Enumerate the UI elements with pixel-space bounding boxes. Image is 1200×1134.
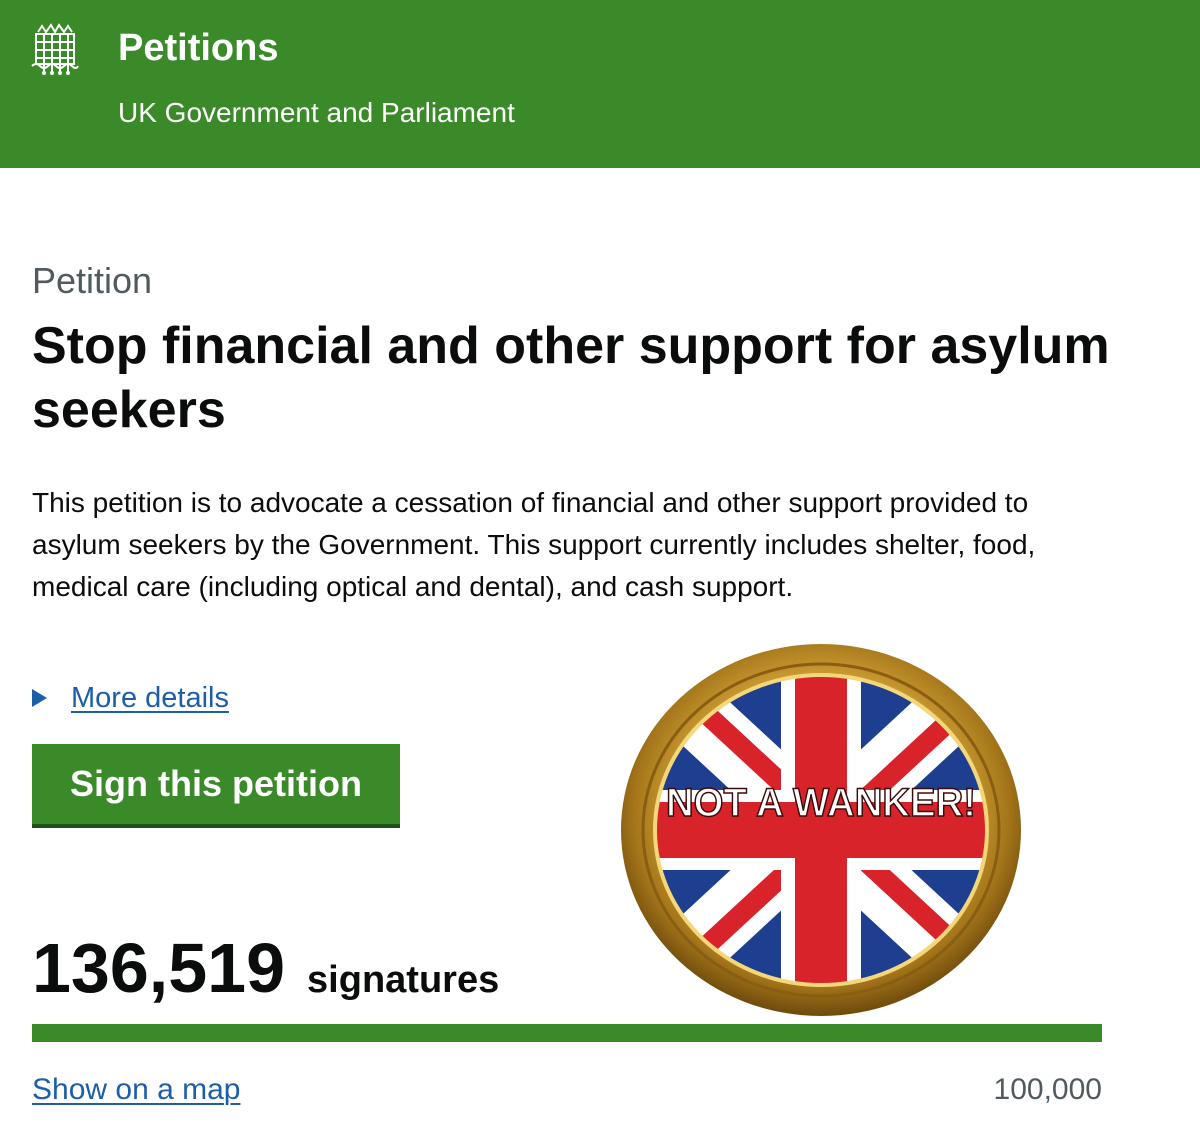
portcullis-icon[interactable] — [30, 22, 80, 76]
badge-image: NOT A WANKER! — [621, 644, 1021, 1016]
more-details-link[interactable]: More details — [71, 682, 229, 715]
badge-text: NOT A WANKER! — [666, 781, 976, 825]
petition-title: Stop financial and other support for asy… — [32, 317, 1110, 439]
more-details-toggle[interactable]: More details — [32, 680, 229, 716]
signature-progress-fill — [32, 1024, 1102, 1042]
show-on-map-link[interactable]: Show on a map — [32, 1070, 240, 1110]
page-caption: Petition — [32, 260, 153, 301]
signature-target: 100,000 — [993, 1073, 1102, 1106]
site-header: Petitions UK Government and Parliament — [0, 0, 1200, 168]
signature-summary: 136,519 signatures — [32, 928, 499, 1008]
sign-petition-button[interactable]: Sign this petition — [32, 744, 400, 824]
signature-label: signatures — [307, 959, 500, 1001]
petition-description: This petition is to advocate a cessation… — [32, 487, 1036, 602]
union-jack-badge-icon: NOT A WANKER! — [618, 640, 1024, 1020]
site-subtitle: UK Government and Parliament — [118, 97, 515, 128]
signature-count: 136,519 — [32, 929, 286, 1007]
signature-progress-bar — [32, 1024, 1102, 1042]
triangle-right-icon — [32, 689, 47, 707]
site-title[interactable]: Petitions — [118, 26, 278, 70]
